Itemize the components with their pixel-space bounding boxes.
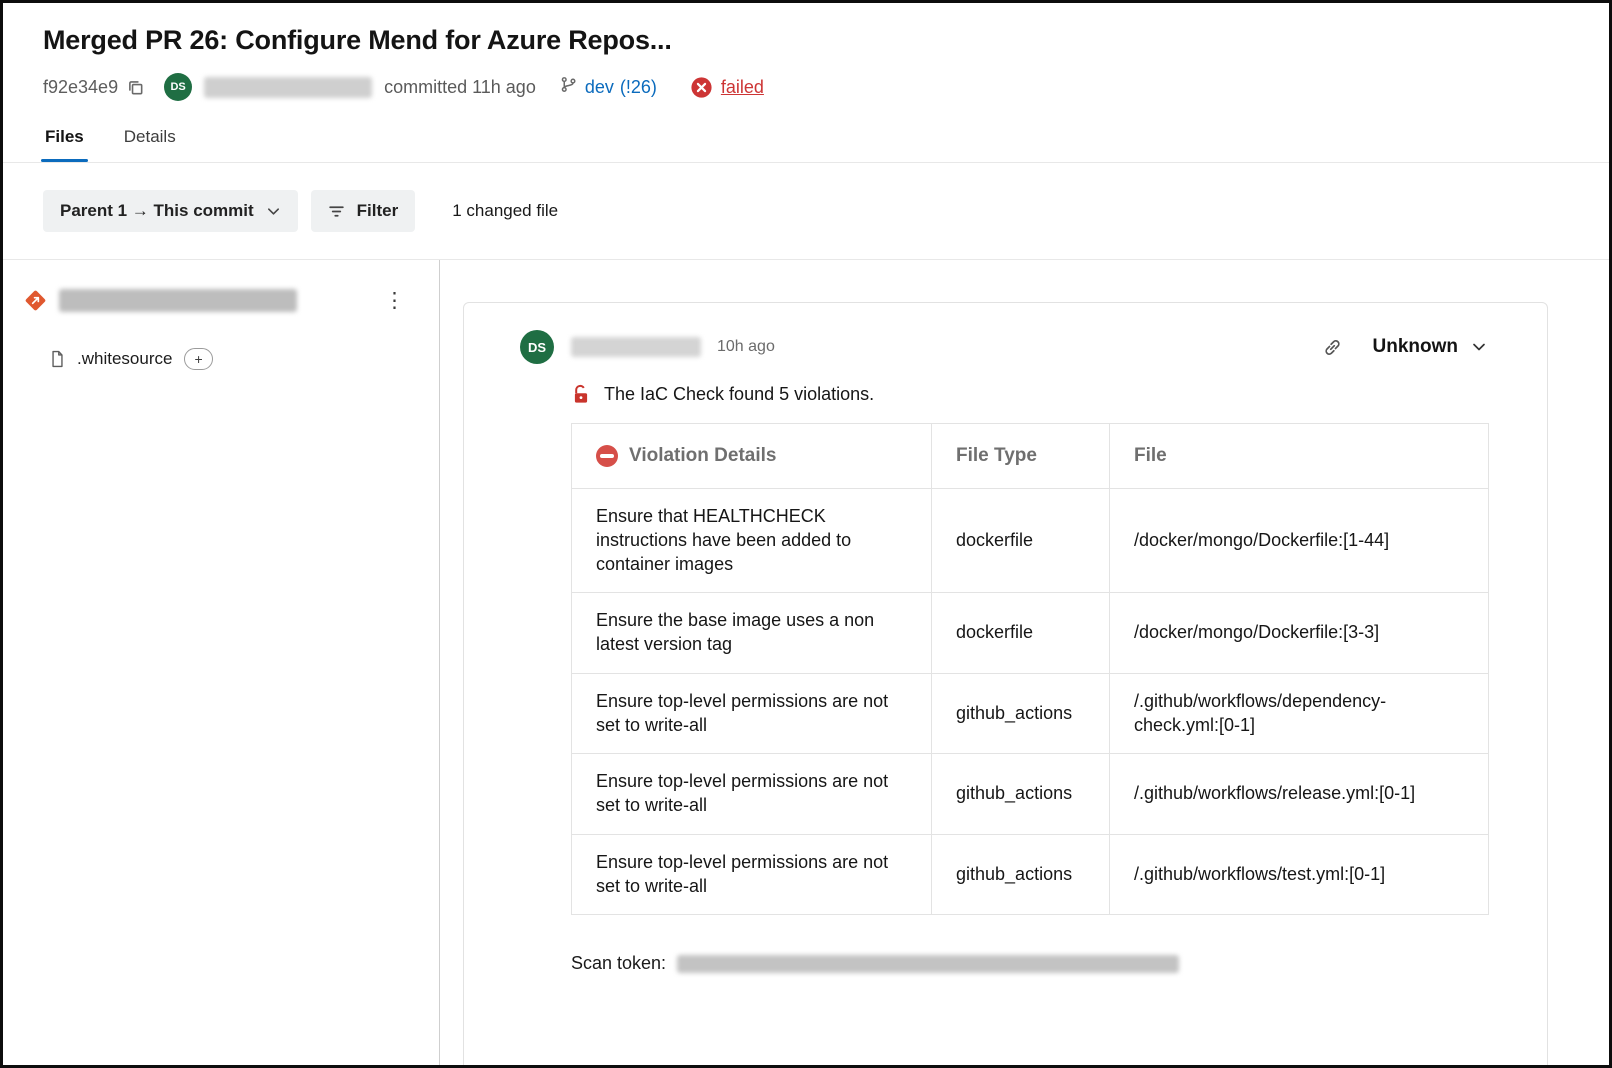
violation-file: /docker/mongo/Dockerfile:[1-44] (1110, 489, 1489, 593)
filter-icon (328, 203, 345, 220)
table-row: Ensure top-level permissions are not set… (572, 834, 1489, 915)
avatar: DS (164, 73, 192, 101)
branch-link[interactable]: dev (585, 77, 614, 98)
tab-files[interactable]: Files (43, 127, 86, 162)
violation-detail: Ensure that HEALTHCHECK instructions hav… (572, 489, 932, 593)
file-icon (49, 350, 66, 368)
redacted-comment-author (571, 337, 701, 357)
unlocked-lock-icon (571, 384, 591, 405)
page-title: Merged PR 26: Configure Mend for Azure R… (43, 25, 1569, 56)
comment-card: DS 10h ago Unknown (463, 302, 1548, 1065)
file-name: .whitesource (77, 349, 172, 369)
file-tree: ⋮ .whitesource + (3, 260, 440, 1065)
violation-file-type: dockerfile (932, 489, 1110, 593)
violation-file: /docker/mongo/Dockerfile:[3-3] (1110, 593, 1489, 674)
diff-selector-label: Parent 1 → This commit (60, 201, 254, 221)
chevron-down-icon (266, 204, 281, 219)
failed-status-icon (691, 77, 712, 98)
violation-detail: Ensure the base image uses a non latest … (572, 593, 932, 674)
table-header-row: Violation Details File Type File (572, 424, 1489, 489)
link-icon (1322, 337, 1343, 358)
comment-message: The IaC Check found 5 violations. (604, 384, 874, 405)
commit-hash: f92e34e9 (43, 77, 118, 98)
scan-token-label: Scan token: (571, 953, 666, 974)
redacted-author-name (204, 77, 372, 98)
table-row: Ensure the base image uses a non latest … (572, 593, 1489, 674)
violation-file: /.github/workflows/test.yml:[0-1] (1110, 834, 1489, 915)
comment-status-dropdown[interactable]: Unknown (1371, 332, 1490, 362)
changed-files-count: 1 changed file (452, 201, 558, 221)
violation-detail: Ensure top-level permissions are not set… (572, 754, 932, 835)
committed-time: committed 11h ago (384, 77, 536, 98)
tree-node-file[interactable]: .whitesource + (3, 342, 439, 376)
violation-file-type: github_actions (932, 834, 1110, 915)
violations-table: Violation Details File Type File Ensure … (571, 423, 1489, 915)
copy-hash-button[interactable] (127, 79, 144, 96)
branch-icon (560, 76, 577, 98)
commit-meta-row: f92e34e9 DS committed 11h ago dev (! (43, 73, 1569, 101)
filter-label: Filter (357, 201, 399, 221)
table-row: Ensure top-level permissions are not set… (572, 673, 1489, 754)
content-area: ⋮ .whitesource + DS 10h ago (3, 260, 1609, 1065)
page-header: Merged PR 26: Configure Mend for Azure R… (3, 3, 1609, 162)
copy-comment-link-button[interactable] (1322, 337, 1343, 358)
tab-bar: Files Details (43, 127, 1569, 162)
redacted-scan-token (677, 955, 1179, 973)
scan-token-row: Scan token: (571, 953, 1489, 974)
repo-change-icon (25, 289, 46, 310)
no-entry-icon (596, 445, 618, 467)
tree-node-repo[interactable]: ⋮ (3, 280, 439, 320)
comment-timestamp: 10h ago (717, 338, 775, 356)
diff-toolbar: Parent 1 → This commit Filter 1 changed … (3, 163, 1609, 259)
avatar: DS (520, 330, 554, 364)
tab-details[interactable]: Details (122, 127, 178, 162)
file-added-badge: + (184, 348, 212, 370)
column-header-file: File (1110, 424, 1489, 489)
violation-detail: Ensure top-level permissions are not set… (572, 834, 932, 915)
chevron-down-icon (1471, 339, 1487, 355)
copy-icon (127, 79, 144, 96)
violation-file-type: github_actions (932, 673, 1110, 754)
violation-detail: Ensure top-level permissions are not set… (572, 673, 932, 754)
redacted-repo-name (59, 289, 297, 312)
violation-file: /.github/workflows/dependency-check.yml:… (1110, 673, 1489, 754)
commit-page: Merged PR 26: Configure Mend for Azure R… (0, 0, 1612, 1068)
failed-status-link[interactable]: failed (721, 77, 764, 98)
comment-header: DS 10h ago Unknown (520, 330, 1489, 364)
pr-link[interactable]: (!26) (620, 77, 657, 98)
more-options-button[interactable]: ⋮ (378, 288, 411, 313)
column-header-file-type: File Type (932, 424, 1110, 489)
filter-button[interactable]: Filter (311, 190, 416, 232)
comment-message-row: The IaC Check found 5 violations. (571, 384, 1489, 405)
table-row: Ensure that HEALTHCHECK instructions hav… (572, 489, 1489, 593)
violation-file: /.github/workflows/release.yml:[0-1] (1110, 754, 1489, 835)
comment-body: The IaC Check found 5 violations. Violat… (571, 384, 1489, 974)
column-header-violation: Violation Details (572, 424, 932, 489)
comment-status-value: Unknown (1373, 336, 1459, 358)
violation-file-type: github_actions (932, 754, 1110, 835)
table-row: Ensure top-level permissions are not set… (572, 754, 1489, 835)
diff-selector-button[interactable]: Parent 1 → This commit (43, 190, 298, 232)
diff-main: DS 10h ago Unknown (440, 260, 1609, 1065)
violation-file-type: dockerfile (932, 593, 1110, 674)
build-status: failed (691, 77, 764, 98)
